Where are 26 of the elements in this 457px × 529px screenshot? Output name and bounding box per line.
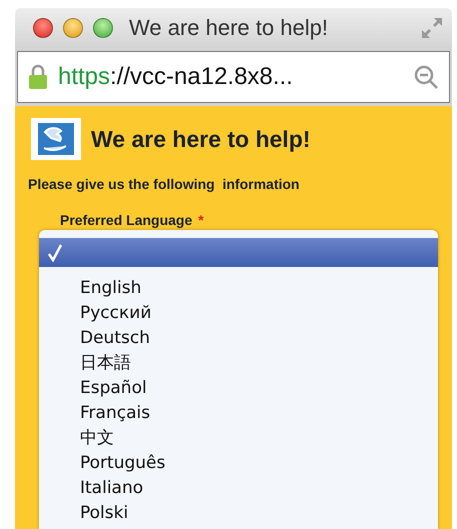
window-title: We are here to help! [129, 15, 328, 41]
menu-item[interactable] [39, 238, 438, 267]
minimize-button[interactable] [63, 18, 83, 38]
menu-item[interactable]: Italiano [39, 475, 438, 500]
menu-item[interactable]: Español [39, 375, 438, 400]
instructions-text: Please give us the following information [28, 176, 300, 192]
logo-icon [31, 118, 81, 160]
field-label: Preferred Language [60, 212, 192, 226]
menu-item[interactable]: 中文 [39, 425, 438, 450]
menu-item[interactable]: Deutsch [39, 325, 438, 350]
fullscreen-icon[interactable] [420, 16, 444, 40]
menu-item[interactable]: Français [39, 400, 438, 425]
menu-item[interactable]: 日本語 [39, 350, 438, 375]
lock-icon [28, 64, 48, 90]
address-bar[interactable]: https://vcc-na12.8x8... [17, 51, 450, 103]
close-button[interactable] [33, 18, 53, 38]
zoom-button[interactable] [93, 18, 113, 38]
checkmark-icon [47, 244, 63, 262]
menu-item[interactable]: Русский [39, 300, 438, 325]
required-mark: * [198, 212, 204, 226]
page-heading: We are here to help! [91, 126, 310, 152]
url-text: https://vcc-na12.8x8... [58, 63, 294, 91]
zoom-out-icon[interactable] [413, 64, 439, 90]
menu-item[interactable]: Polski [39, 500, 438, 525]
menu-item[interactable]: Português [39, 450, 438, 475]
menu-item[interactable]: English [39, 275, 438, 300]
